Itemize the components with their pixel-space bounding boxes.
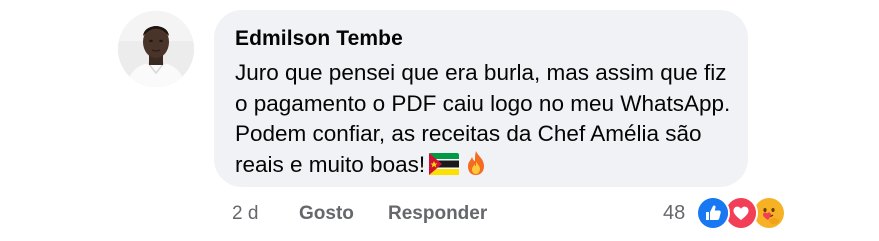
- reaction-count[interactable]: 48: [663, 202, 685, 225]
- comment-author[interactable]: Edmilson Tembe: [235, 27, 403, 51]
- comment-body: Juro que pensei que era burla, mas assim…: [235, 58, 740, 184]
- reply-button[interactable]: Responder: [388, 203, 487, 225]
- avatar-photo: [118, 11, 194, 87]
- like-button[interactable]: Gosto: [299, 203, 354, 225]
- avatar[interactable]: [118, 11, 194, 87]
- mozambique-flag-icon: [429, 152, 460, 184]
- comment-timestamp[interactable]: 2 d: [232, 203, 258, 225]
- like-icon: [696, 196, 730, 230]
- reactions-summary[interactable]: [696, 196, 792, 230]
- fire-icon: [465, 150, 487, 185]
- comment-container: Edmilson Tembe Juro que pensei que era b…: [0, 0, 879, 241]
